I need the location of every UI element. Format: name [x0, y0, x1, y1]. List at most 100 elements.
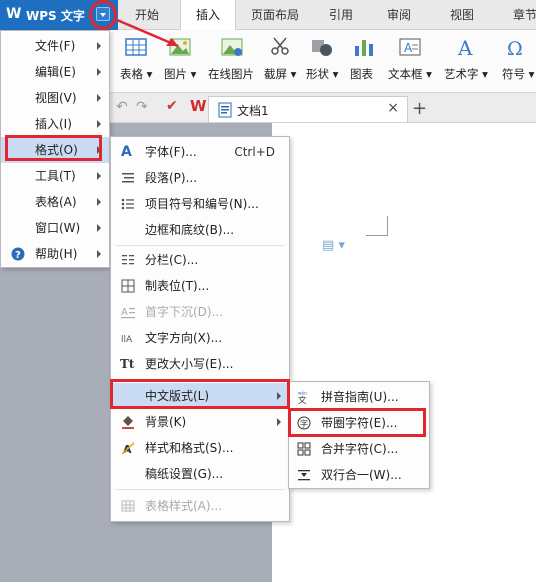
change-case-icon: Tt	[120, 357, 135, 371]
picture-icon	[169, 38, 191, 56]
menu-item-edit[interactable]: 编辑(E)	[1, 59, 109, 85]
menu-item-label: 分栏(C)...	[145, 253, 199, 267]
watermark-logo-icon	[434, 556, 450, 572]
ribbon-screenshot-button[interactable]: 截屏 ▾	[262, 30, 302, 93]
undo-icon[interactable]: ↶	[116, 99, 128, 115]
ribbon-textbox-button[interactable]: A 文本框 ▾	[386, 30, 436, 93]
menu-item-label: 更改大小写(E)...	[145, 357, 234, 371]
tab-review[interactable]: 审阅	[374, 0, 424, 30]
font-icon: A	[121, 144, 132, 160]
new-tab-icon[interactable]: +	[412, 98, 427, 119]
columns-icon	[122, 255, 134, 265]
menu-item-styles-formatting[interactable]: A 样式和格式(S)...	[111, 435, 289, 461]
tab-chapters[interactable]: 章节	[500, 0, 536, 30]
menu-item-table[interactable]: 表格(A)	[1, 189, 109, 215]
ribbon-table-button[interactable]: 表格 ▾	[118, 30, 158, 93]
svg-text:A: A	[457, 36, 473, 58]
ribbon-online-picture-label: 在线图片	[208, 67, 254, 81]
tab-page-layout[interactable]: 页面布局	[240, 0, 310, 30]
ribbon-picture-label: 图片 ▾	[164, 67, 197, 81]
menu-item-text-direction[interactable]: llA 文字方向(X)...	[111, 325, 289, 351]
text-direction-icon: llA	[121, 335, 133, 345]
ribbon-chart-button[interactable]: 图表	[348, 30, 382, 93]
menu-item-combine-characters[interactable]: 合并字符(C)...	[289, 436, 429, 462]
tab-home[interactable]: 开始	[122, 0, 172, 30]
tab-view[interactable]: 视图	[434, 0, 490, 30]
ribbon-picture-button[interactable]: 图片 ▾	[162, 30, 202, 93]
wps-home-icon[interactable]: W	[190, 97, 207, 115]
submenu-arrow-icon	[97, 94, 101, 102]
document-page[interactable]	[272, 123, 536, 582]
menu-item-label: 插入(I)	[35, 117, 72, 131]
submenu-arrow-icon	[97, 224, 101, 232]
menu-item-tab-stops[interactable]: 制表位(T)...	[111, 273, 289, 299]
menu-item-label: 边框和底纹(B)...	[145, 223, 235, 237]
shortcut-label: Ctrl+D	[234, 145, 275, 159]
menu-item-label: 制表位(T)...	[145, 279, 210, 293]
ribbon-table-label: 表格 ▾	[120, 67, 153, 81]
menu-item-label: 首字下沉(D)...	[145, 305, 224, 319]
chart-icon	[355, 40, 373, 56]
menu-item-view[interactable]: 视图(V)	[1, 85, 109, 111]
menu-item-background[interactable]: 背景(K)	[111, 409, 289, 435]
svg-text:Ω: Ω	[507, 38, 523, 58]
menu-item-label: 表格样式(A)...	[145, 499, 223, 513]
wordart-icon: A	[457, 36, 473, 58]
menu-item-manuscript-paper[interactable]: 稿纸设置(G)...	[111, 461, 289, 487]
menu-item-paragraph[interactable]: 段落(P)...	[111, 165, 289, 191]
ribbon-symbol-button[interactable]: Ω 符号 ▾	[498, 30, 536, 93]
background-icon	[122, 416, 134, 429]
styles-icon: A	[121, 442, 135, 455]
submenu-arrow-icon	[97, 120, 101, 128]
menu-item-label: 稿纸设置(G)...	[145, 467, 224, 481]
menu-item-tools[interactable]: 工具(T)	[1, 163, 109, 189]
tab-references[interactable]: 引用	[316, 0, 366, 30]
menu-item-change-case[interactable]: Tt 更改大小写(E)...	[111, 351, 289, 377]
document-tab[interactable]: 文档1 ×	[208, 96, 408, 122]
help-icon: ?	[11, 247, 25, 261]
screenshot-icon	[271, 37, 289, 55]
menu-item-help[interactable]: ? 帮助(H)	[1, 241, 109, 267]
annotation-box-enclosed-char	[288, 408, 426, 437]
dropcap-icon: A	[121, 307, 135, 319]
menu-item-insert[interactable]: 插入(I)	[1, 111, 109, 137]
ribbon-symbol-label: 符号 ▾	[502, 67, 535, 81]
menu-item-font[interactable]: A 字体(F)... Ctrl+D	[111, 139, 289, 165]
ribbon-wordart-button[interactable]: A 艺术字 ▾	[440, 30, 492, 93]
page-margin-corner	[366, 216, 388, 236]
submenu-arrow-icon	[97, 42, 101, 50]
menu-item-label: 工具(T)	[35, 169, 76, 183]
menu-item-label: 拼音指南(U)...	[321, 390, 399, 404]
bullets-icon	[121, 198, 134, 210]
submenu-arrow-icon	[97, 198, 101, 206]
table-icon	[125, 38, 147, 56]
menu-item-label: 合并字符(C)...	[321, 442, 399, 456]
menu-item-two-lines-in-one[interactable]: 双行合一(W)...	[289, 462, 429, 488]
submenu-arrow-icon	[277, 418, 281, 426]
annotation-box-format	[5, 135, 102, 161]
ribbon-wordart-label: 艺术字 ▾	[444, 67, 488, 81]
menu-item-columns[interactable]: 分栏(C)...	[111, 247, 289, 273]
menu-item-label: 样式和格式(S)...	[145, 441, 234, 455]
svg-text:A: A	[404, 41, 413, 55]
close-tab-icon[interactable]: ×	[387, 100, 399, 116]
submenu-arrow-icon	[97, 68, 101, 76]
ribbon-shapes-label: 形状 ▾	[306, 67, 339, 81]
ribbon-shapes-button[interactable]: 形状 ▾	[304, 30, 344, 93]
menu-item-bullets-numbering[interactable]: 项目符号和编号(N)...	[111, 191, 289, 217]
paste-options-icon[interactable]: ▤ ▾	[322, 238, 345, 253]
menu-item-label: 表格(A)	[35, 195, 77, 209]
app-title: WPS 文字	[26, 9, 85, 23]
svg-text:A: A	[121, 307, 128, 318]
customize-icon[interactable]: ✔	[166, 98, 178, 114]
menu-item-window[interactable]: 窗口(W)	[1, 215, 109, 241]
redo-icon[interactable]: ↷	[136, 99, 148, 115]
submenu-arrow-icon	[97, 250, 101, 258]
menu-item-phonetic-guide[interactable]: wén 文 拼音指南(U)...	[289, 384, 429, 410]
svg-text:llA: llA	[121, 335, 133, 345]
menu-item-file[interactable]: 文件(F)	[1, 33, 109, 59]
tab-insert[interactable]: 插入	[180, 0, 236, 31]
ribbon-online-picture-button[interactable]: 在线图片	[206, 30, 260, 93]
menu-item-borders-shading[interactable]: 边框和底纹(B)...	[111, 217, 289, 243]
combine-char-icon	[297, 442, 311, 456]
